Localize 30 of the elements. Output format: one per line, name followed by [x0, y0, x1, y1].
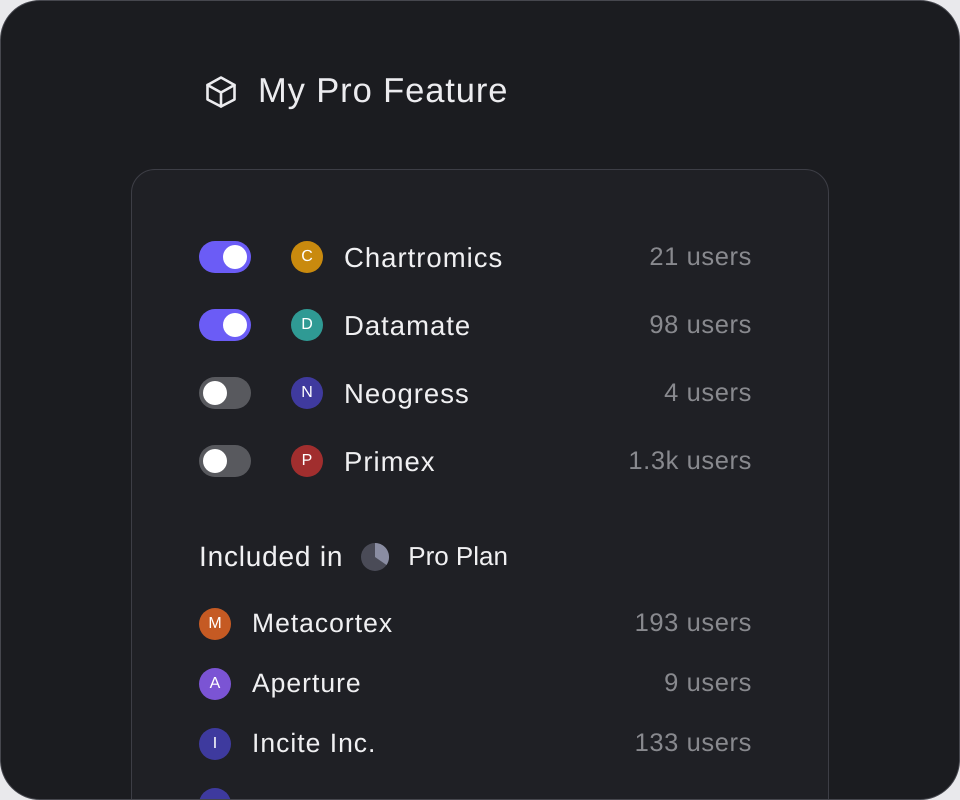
avatar: D — [291, 309, 323, 341]
integration-name: Chartromics — [344, 240, 504, 274]
user-count: 4 users — [664, 378, 752, 408]
integration-name: Datamate — [344, 308, 472, 342]
integration-name: Primex — [344, 444, 436, 478]
avatar: P — [291, 445, 323, 477]
avatar: M — [199, 608, 231, 640]
avatar: C — [291, 241, 323, 273]
user-count: 1.3k users — [628, 446, 752, 476]
toggle-switch[interactable] — [199, 241, 251, 273]
avatar: A — [199, 668, 231, 700]
user-count: 193 users — [634, 608, 752, 639]
toggle-switch[interactable] — [199, 377, 251, 409]
user-count: 21 users — [649, 242, 752, 272]
user-count: 9 users — [664, 668, 752, 699]
toggle-switch[interactable] — [199, 445, 251, 477]
team-name: Aperture — [252, 668, 362, 700]
cube-icon — [204, 75, 238, 109]
avatar: I — [199, 728, 231, 760]
user-count: 98 users — [649, 310, 752, 340]
plan-name: Pro Plan — [408, 541, 508, 573]
team-name: Metacortex — [252, 608, 394, 640]
avatar: N — [291, 377, 323, 409]
feature-title: My Pro Feature — [258, 73, 508, 111]
toggle-switch[interactable] — [199, 309, 251, 341]
included-in-label: Included in — [199, 540, 344, 574]
pie-icon — [361, 543, 390, 571]
team-name: Incite Inc. — [252, 728, 376, 760]
integration-name: Neogress — [344, 376, 470, 410]
user-count: 133 users — [634, 728, 752, 759]
